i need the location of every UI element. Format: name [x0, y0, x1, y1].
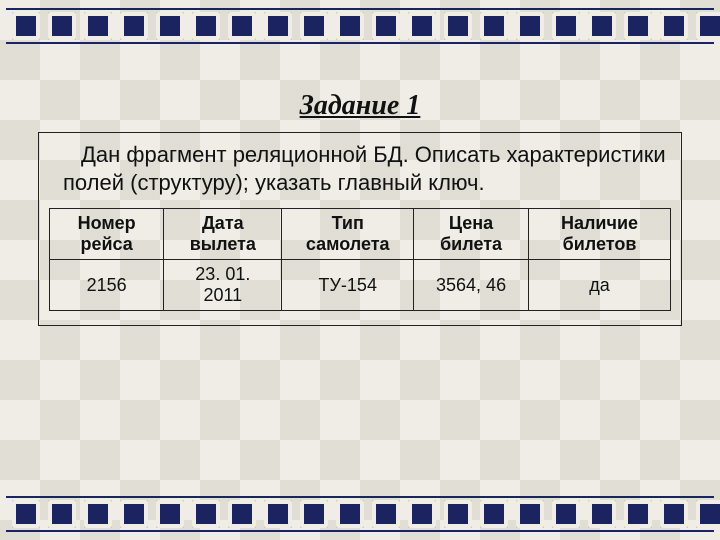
- border-square-icon: [624, 500, 652, 528]
- col-header: Тип самолета: [282, 209, 414, 260]
- border-square-icon: [552, 12, 580, 40]
- border-square-icon: [444, 12, 472, 40]
- border-square-icon: [228, 500, 256, 528]
- db-table: Номер рейса Дата вылета Тип самолета Цен…: [49, 208, 671, 311]
- border-square-icon: [84, 12, 112, 40]
- border-square-icon: [696, 500, 720, 528]
- border-square-icon: [192, 12, 220, 40]
- border-square-icon: [336, 500, 364, 528]
- border-square-icon: [156, 500, 184, 528]
- border-square-icon: [300, 12, 328, 40]
- table-cell: 2156: [50, 260, 164, 311]
- task-prompt: Дан фрагмент реляционной БД. Описать хар…: [49, 139, 671, 206]
- border-square-icon: [372, 500, 400, 528]
- border-square-icon: [552, 500, 580, 528]
- border-square-icon: [372, 12, 400, 40]
- col-header: Дата вылета: [164, 209, 282, 260]
- col-header: Наличие билетов: [529, 209, 671, 260]
- border-square-icon: [264, 12, 292, 40]
- border-square-icon: [480, 12, 508, 40]
- border-square-icon: [696, 12, 720, 40]
- border-square-icon: [660, 500, 688, 528]
- border-square-icon: [516, 500, 544, 528]
- border-square-icon: [48, 12, 76, 40]
- table-row: 2156 23. 01. 2011 ТУ-154 3564, 46 да: [50, 260, 671, 311]
- border-square-icon: [516, 12, 544, 40]
- border-square-icon: [12, 500, 40, 528]
- border-square-icon: [588, 500, 616, 528]
- table-cell: 23. 01. 2011: [164, 260, 282, 311]
- decorative-border-top: [0, 4, 720, 48]
- border-square-icon: [336, 12, 364, 40]
- border-square-icon: [12, 12, 40, 40]
- table-cell: ТУ-154: [282, 260, 414, 311]
- col-header: Номер рейса: [50, 209, 164, 260]
- border-square-icon: [120, 500, 148, 528]
- border-square-icon: [300, 500, 328, 528]
- border-square-icon: [408, 12, 436, 40]
- table-cell: 3564, 46: [414, 260, 529, 311]
- border-square-icon: [408, 500, 436, 528]
- table-header-row: Номер рейса Дата вылета Тип самолета Цен…: [50, 209, 671, 260]
- border-square-icon: [84, 500, 112, 528]
- table-cell: да: [529, 260, 671, 311]
- task-title: Задание 1: [38, 90, 682, 122]
- border-square-icon: [48, 500, 76, 528]
- border-square-icon: [444, 500, 472, 528]
- border-square-icon: [156, 12, 184, 40]
- border-square-icon: [228, 12, 256, 40]
- border-square-icon: [624, 12, 652, 40]
- border-square-icon: [192, 500, 220, 528]
- border-square-icon: [480, 500, 508, 528]
- content-area: Задание 1 Дан фрагмент реляционной БД. О…: [38, 90, 682, 480]
- task-box: Дан фрагмент реляционной БД. Описать хар…: [38, 132, 682, 326]
- border-square-icon: [120, 12, 148, 40]
- decorative-border-bottom: [0, 492, 720, 536]
- col-header: Цена билета: [414, 209, 529, 260]
- border-square-icon: [660, 12, 688, 40]
- border-square-icon: [264, 500, 292, 528]
- border-square-icon: [588, 12, 616, 40]
